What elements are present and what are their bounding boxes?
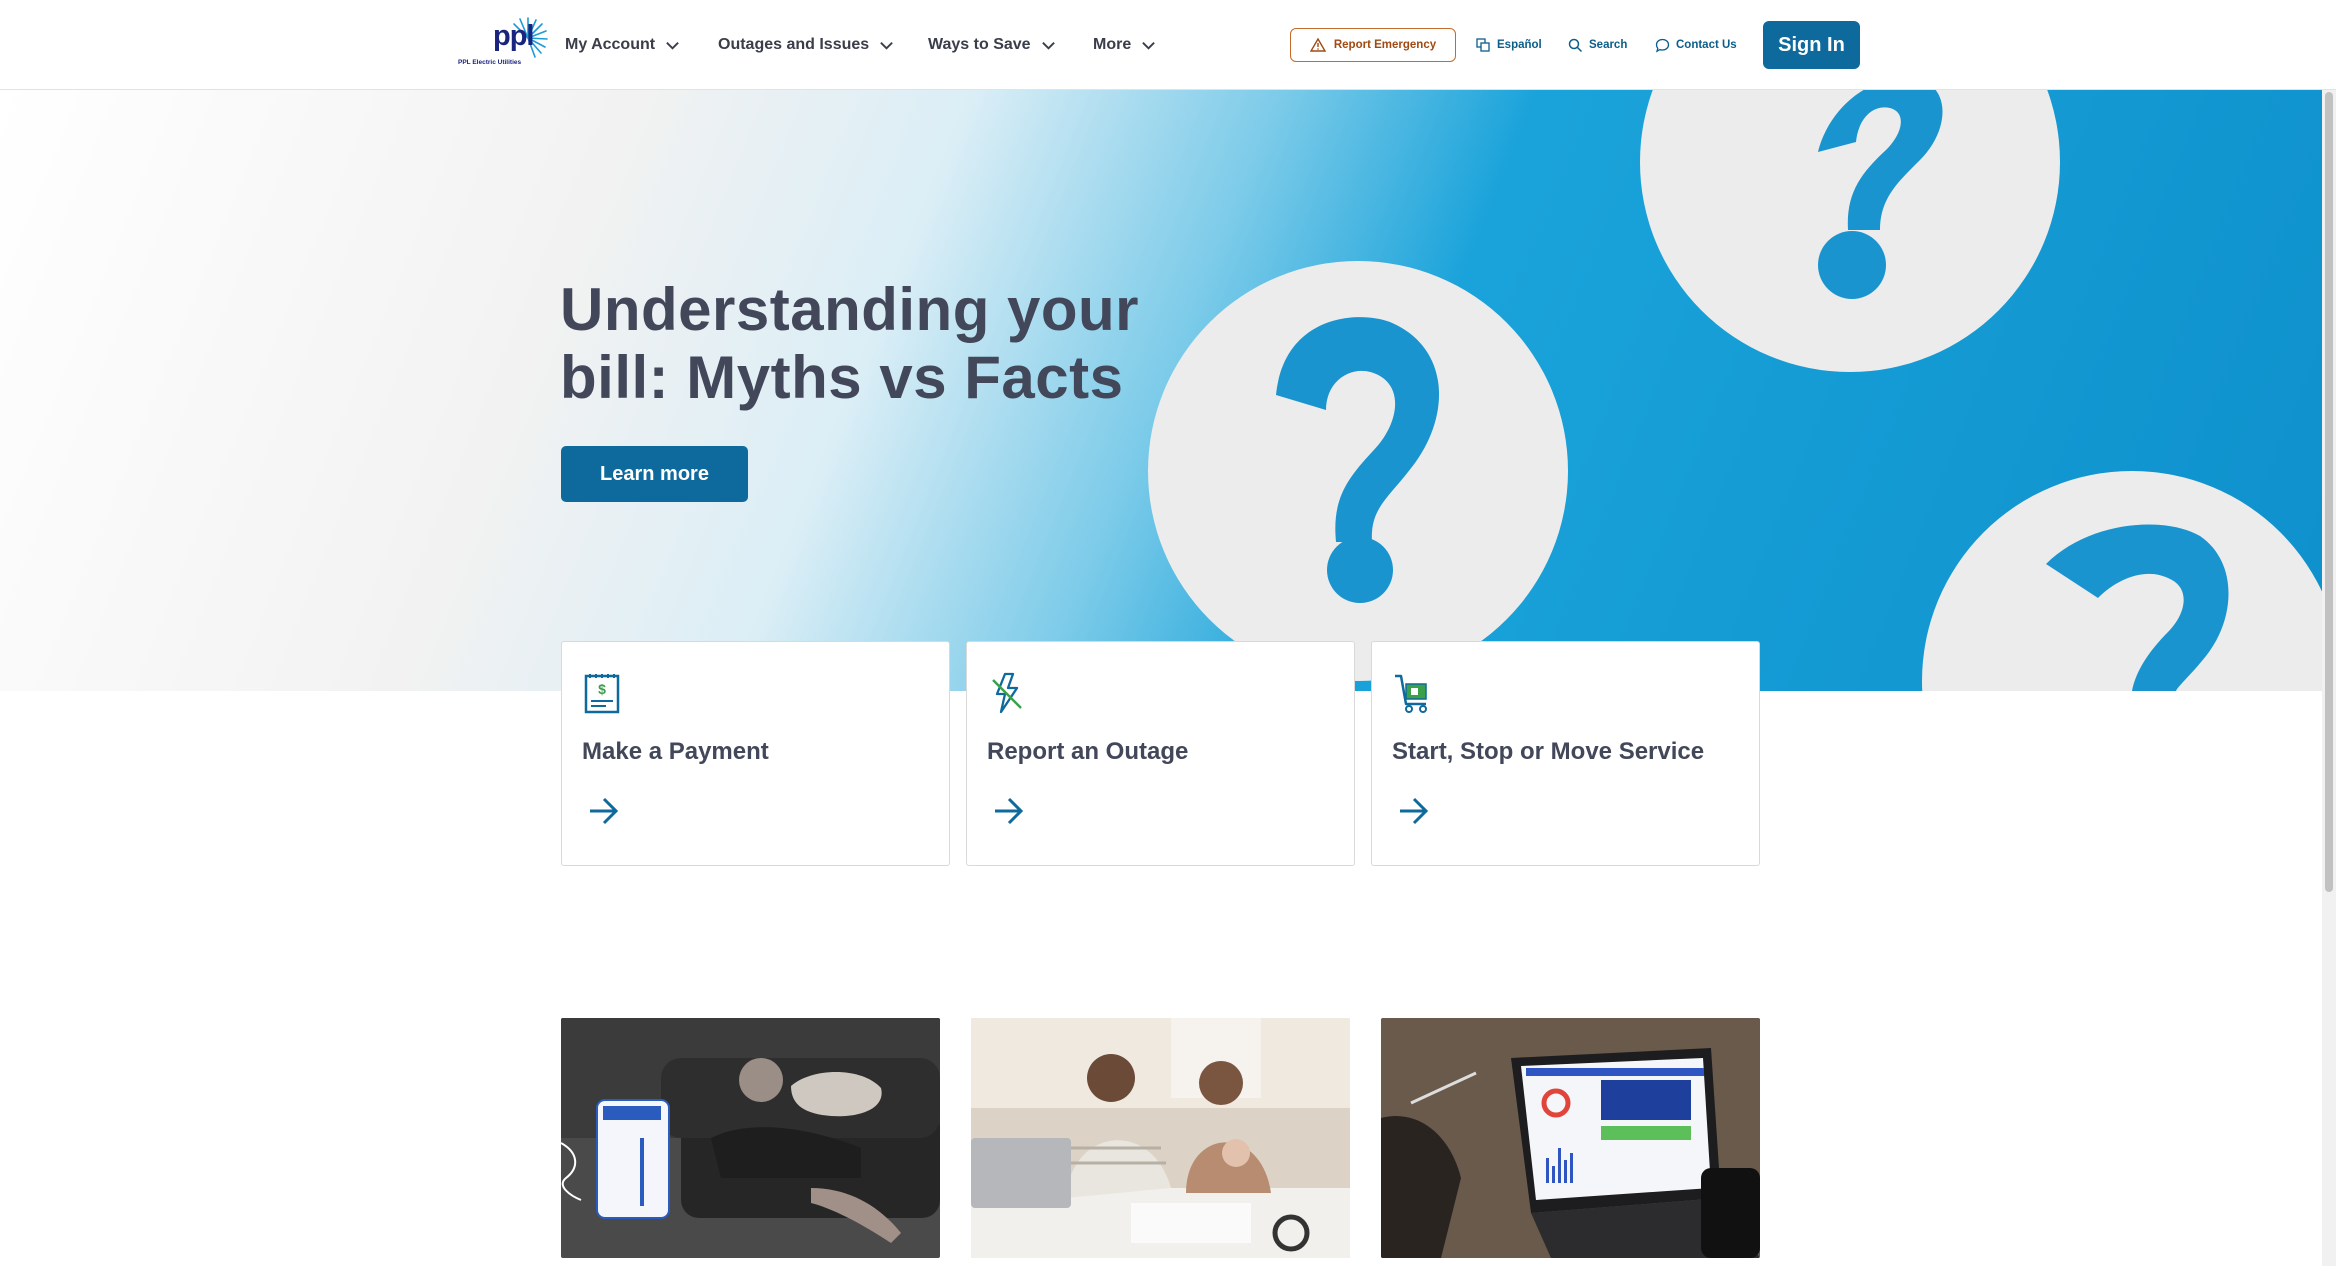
logo-subtext: PPL Electric Utilities: [458, 59, 522, 66]
arrow-right-icon: [590, 797, 619, 825]
chevron-down-icon: [1142, 41, 1156, 50]
family-reviewing-bills-image: [971, 1018, 1350, 1258]
learn-more-button[interactable]: Learn more: [561, 446, 748, 502]
report-emergency-label: Report Emergency: [1333, 39, 1437, 51]
chevron-down-icon: [666, 41, 679, 50]
search-icon: [1568, 38, 1583, 52]
nav-label: More: [1093, 36, 1132, 53]
nav-my-account[interactable]: My Account: [565, 0, 680, 90]
espanol-label: Español: [1497, 39, 1542, 51]
search-link[interactable]: Search: [1568, 33, 1627, 57]
espanol-link[interactable]: Español: [1476, 33, 1542, 57]
nav-ways-to-save[interactable]: Ways to Save: [928, 0, 1056, 90]
sleeping-man-with-dog-image: [561, 1018, 940, 1258]
nav-more[interactable]: More: [1093, 0, 1156, 90]
chevron-down-icon: [880, 41, 893, 50]
arrow-right-icon: [995, 797, 1024, 825]
card-make-a-payment[interactable]: $ Make a Payment: [561, 641, 950, 866]
arrow-right-icon: [1400, 797, 1429, 825]
sign-in-button[interactable]: Sign In: [1763, 21, 1860, 69]
chevron-down-icon: [1041, 41, 1055, 50]
moving-cart-icon: [1395, 674, 1427, 713]
bill-payment-icon: $: [584, 674, 620, 714]
card-title: Report an Outage: [987, 738, 1189, 765]
contact-us-label: Contact Us: [1676, 39, 1737, 51]
search-label: Search: [1589, 39, 1628, 51]
card-title: Start, Stop or Move Service: [1392, 738, 1705, 765]
nav-label: Ways to Save: [928, 36, 1031, 53]
nav-label: Outages and Issues: [718, 36, 870, 53]
scrollbar-thumb[interactable]: [2325, 92, 2333, 892]
card-report-an-outage[interactable]: Report an Outage: [966, 641, 1355, 866]
nav-label: My Account: [565, 36, 656, 53]
laptop-dashboard-image: [1381, 1018, 1760, 1258]
nav-outages-and-issues[interactable]: Outages and Issues: [718, 0, 894, 90]
site-header: ppl PPL Electric Utilities My Account Ou…: [0, 0, 2336, 90]
svg-text:$: $: [598, 681, 606, 697]
contact-us-link[interactable]: Contact Us: [1655, 33, 1737, 57]
article-thumbnail-family-budget[interactable]: [971, 1018, 1350, 1258]
chat-bubble-icon: [1655, 38, 1670, 52]
card-start-stop-move-service[interactable]: Start, Stop or Move Service: [1371, 641, 1760, 866]
article-thumbnail-online-account[interactable]: [1381, 1018, 1760, 1258]
report-emergency-button[interactable]: Report Emergency: [1290, 28, 1456, 62]
card-title: Make a Payment: [582, 738, 769, 765]
hero-banner: Understanding your bill: Myths vs Facts: [0, 90, 2322, 691]
warning-triangle-icon: [1309, 38, 1326, 52]
logo-text: ppl: [493, 20, 534, 52]
power-outage-icon: [992, 672, 1022, 714]
hero-title: Understanding your bill: Myths vs Facts: [560, 276, 1140, 411]
article-thumbnail-dehumidifier[interactable]: [561, 1018, 940, 1258]
translate-icon: [1476, 37, 1490, 52]
